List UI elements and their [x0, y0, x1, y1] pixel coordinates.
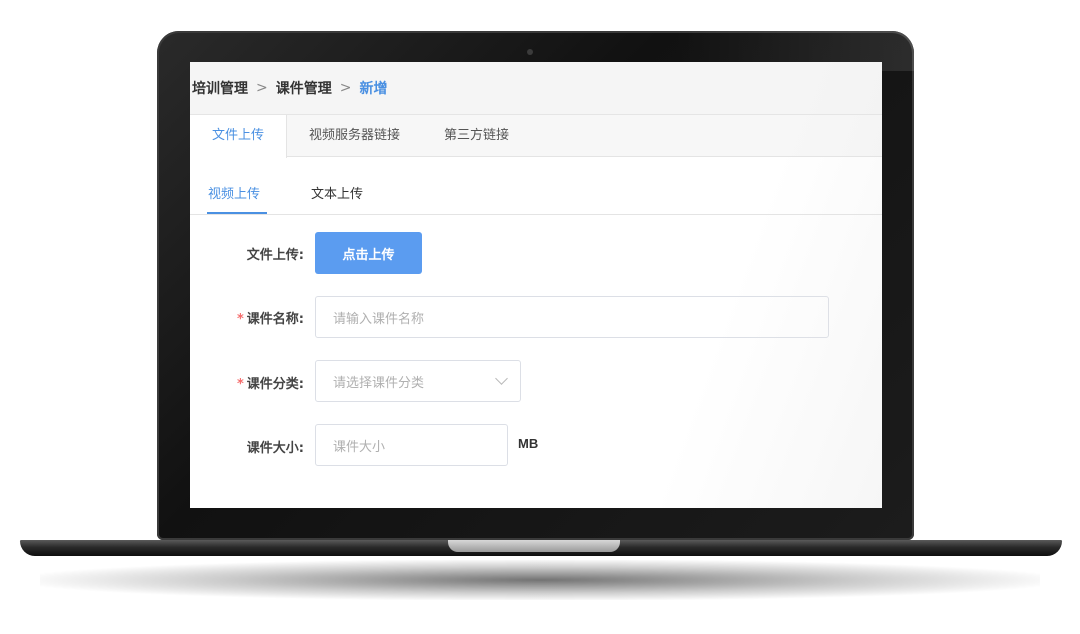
breadcrumb-separator: > [256, 80, 268, 96]
tab-video-server-link[interactable]: 视频服务器链接 [287, 115, 422, 157]
chevron-down-icon [495, 372, 508, 385]
screen: 培训管理 > 课件管理 > 新增 文件上传 视频服务器链接 第三方链接 视频上传… [190, 62, 882, 508]
subtab-video-upload[interactable]: 视频上传 [208, 183, 260, 202]
breadcrumb-separator: > [339, 80, 352, 96]
course-name-input[interactable]: 请输入课件名称 [315, 296, 829, 338]
course-category-placeholder: 请选择课件分类 [333, 375, 425, 391]
course-size-placeholder: 课件大小 [333, 439, 386, 455]
subtab-bar: 视频上传 文本上传 [190, 157, 882, 215]
course-name-label-text: 课件名称: [246, 312, 304, 327]
course-category-select[interactable]: 请选择课件分类 [315, 360, 521, 402]
upload-button[interactable]: 点击上传 [315, 232, 422, 274]
course-size-unit: MB [518, 436, 539, 451]
required-mark: * [236, 312, 244, 327]
file-upload-label: 文件上传: [246, 248, 304, 263]
laptop-notch [448, 540, 620, 552]
tab-bar: 文件上传 视频服务器链接 第三方链接 [190, 115, 882, 158]
breadcrumb: 培训管理 > 课件管理 > 新增 [190, 62, 882, 115]
course-size-label: 课件大小: [246, 441, 304, 456]
breadcrumb-item-courseware[interactable]: 课件管理 [276, 78, 332, 98]
breadcrumb-item-training[interactable]: 培训管理 [192, 78, 248, 98]
course-name-placeholder: 请输入课件名称 [333, 311, 425, 327]
course-name-label: * 课件名称: [190, 308, 304, 327]
course-category-label: * 课件分类: [190, 373, 304, 392]
subtab-active-indicator [207, 212, 267, 214]
laptop-shadow [40, 560, 1040, 600]
subtab-text-upload[interactable]: 文本上传 [311, 183, 363, 202]
course-category-label-text: 课件分类: [246, 377, 304, 392]
breadcrumb-current: 新增 [359, 81, 388, 97]
tab-third-party-link[interactable]: 第三方链接 [422, 115, 531, 157]
camera-dot [527, 49, 533, 55]
tab-file-upload[interactable]: 文件上传 [190, 115, 288, 158]
required-mark: * [236, 377, 244, 392]
course-size-input[interactable]: 课件大小 [315, 424, 508, 466]
